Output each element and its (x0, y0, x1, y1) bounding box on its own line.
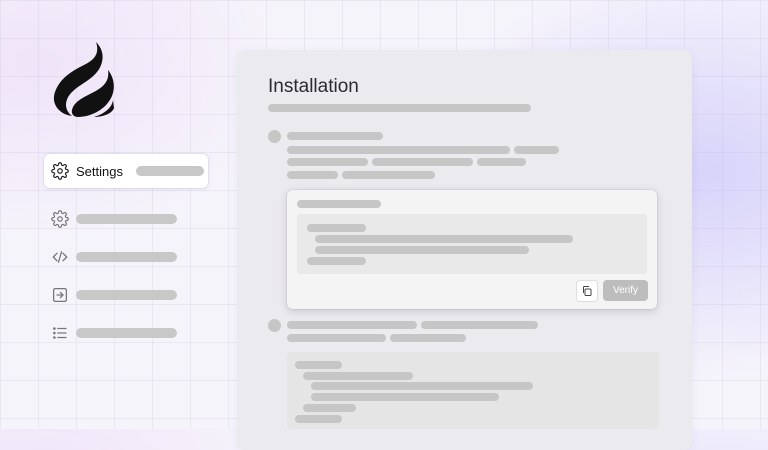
step-text-placeholder (287, 334, 386, 342)
sidebar-item-code[interactable] (44, 240, 208, 274)
gear-icon (51, 210, 69, 228)
code-line-placeholder (295, 361, 342, 369)
card-heading-placeholder (297, 200, 381, 208)
step-text-placeholder (514, 146, 559, 154)
placeholder-text (76, 214, 177, 224)
sidebar-item-settings[interactable]: Settings (44, 154, 208, 188)
gear-icon (51, 162, 69, 180)
step-text-placeholder (477, 158, 526, 166)
placeholder-text (76, 252, 177, 262)
code-line-placeholder (315, 235, 573, 243)
placeholder-text (76, 290, 177, 300)
arrow-right-box-icon (51, 286, 69, 304)
placeholder-text (76, 328, 177, 338)
step-marker (268, 319, 281, 332)
page-title: Installation (268, 76, 359, 97)
code-line-placeholder (307, 257, 366, 265)
step-text-placeholder (287, 132, 383, 140)
sidebar-item-settings-2[interactable] (44, 202, 208, 236)
sidebar-item-list[interactable] (44, 316, 208, 350)
step-text-placeholder (372, 158, 473, 166)
code-line-placeholder (315, 246, 529, 254)
code-line-placeholder (303, 372, 413, 380)
placeholder-text (135, 166, 204, 176)
subtitle-placeholder (268, 104, 531, 112)
code-block (297, 214, 647, 274)
sidebar-item-label: Settings (76, 163, 123, 179)
flame-logo (53, 42, 114, 117)
step-marker (268, 130, 281, 143)
code-line-placeholder (303, 404, 356, 412)
step-text-placeholder (287, 158, 368, 166)
verify-button[interactable]: Verify (603, 280, 648, 301)
step-text-placeholder (390, 334, 466, 342)
step-text-placeholder (287, 321, 417, 329)
code-line-placeholder (307, 224, 366, 232)
sidebar-item-login[interactable] (44, 278, 208, 312)
copy-button[interactable] (576, 280, 598, 302)
step-text-placeholder (287, 146, 510, 154)
code-line-placeholder (295, 415, 342, 423)
code-icon (51, 248, 69, 266)
step-text-placeholder (287, 171, 338, 179)
list-icon (51, 324, 69, 342)
step-text-placeholder (421, 321, 538, 329)
code-block (287, 352, 659, 429)
code-line-placeholder (311, 393, 499, 401)
step-text-placeholder (342, 171, 435, 179)
code-line-placeholder (311, 382, 533, 390)
copy-icon (583, 286, 592, 296)
